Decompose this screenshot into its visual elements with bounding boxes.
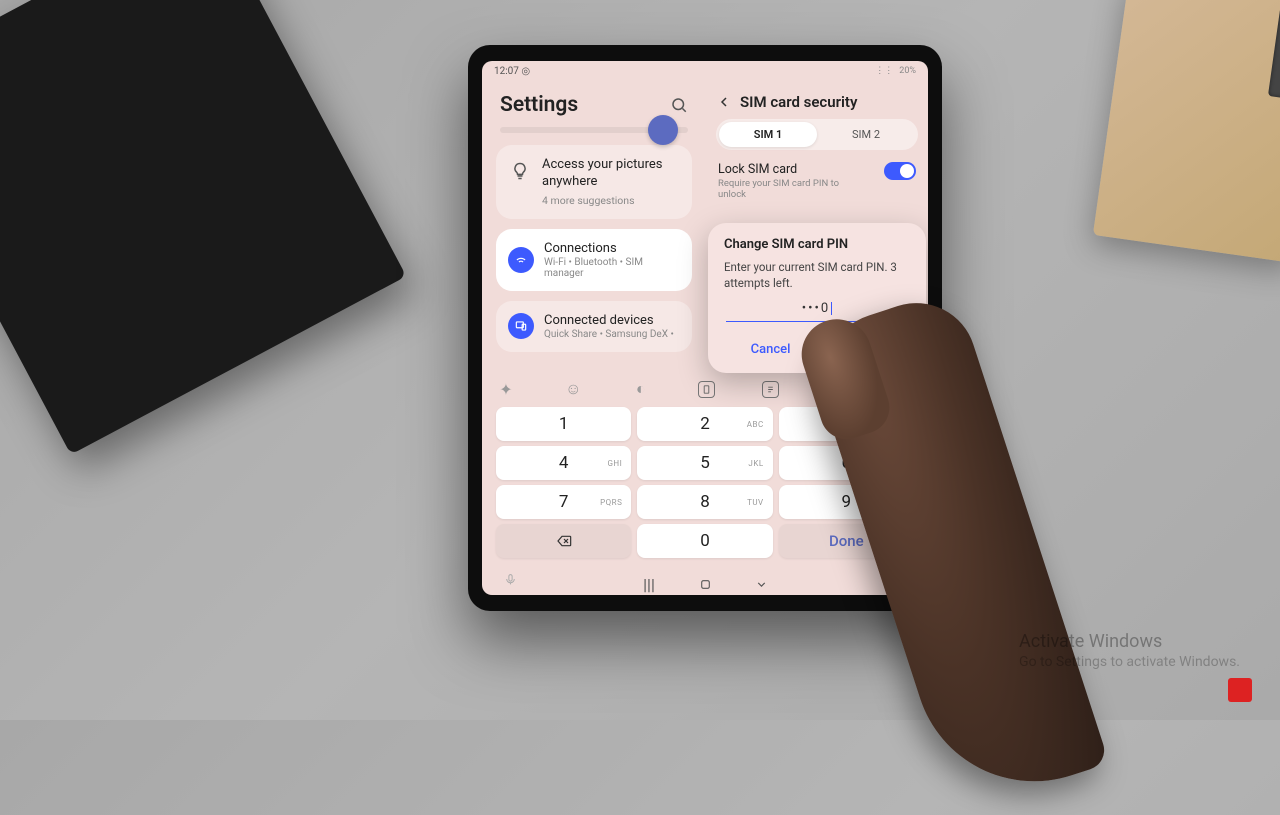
product-box: Galaxy Z Fold6	[0, 0, 406, 455]
battery-percent: 20%	[899, 66, 916, 76]
metal-hinge	[1268, 7, 1280, 100]
dialog-body: Enter your current SIM card PIN. 3 attem…	[724, 260, 910, 291]
navigation-bar: |||	[482, 571, 928, 595]
back-icon[interactable]	[716, 94, 732, 110]
lock-sim-subtitle: Require your SIM card PIN to unlock	[718, 178, 858, 201]
connected-devices-title: Connected devices	[544, 313, 674, 328]
search-icon[interactable]	[670, 96, 688, 114]
sidebar-item-connections[interactable]: Connections Wi-Fi • Bluetooth • SIM mana…	[496, 229, 692, 291]
profile-avatar[interactable]	[648, 115, 678, 145]
text-scan-icon[interactable]	[762, 381, 779, 398]
wifi-circle-icon	[508, 247, 534, 273]
sidebar-item-connected-devices[interactable]: Connected devices Quick Share • Samsung …	[496, 301, 692, 352]
key-0[interactable]: 0	[637, 524, 772, 558]
settings-pane: Settings Access your pictures anywhere 4…	[482, 81, 706, 373]
connected-devices-subtitle: Quick Share • Samsung DeX •	[544, 329, 674, 340]
product-box-label: Galaxy Z Fold6	[0, 0, 5, 145]
gif-icon[interactable]: ◐	[631, 379, 651, 399]
suggestion-title: Access your pictures anywhere	[542, 157, 678, 191]
page-title: Settings	[500, 93, 578, 117]
tab-sim-2[interactable]: SIM 2	[817, 122, 915, 147]
key-2[interactable]: 2ABC	[637, 407, 772, 441]
wifi-icon: ⋮⋮	[875, 66, 893, 76]
key-7[interactable]: 7PQRS	[496, 485, 631, 519]
connections-subtitle: Wi-Fi • Bluetooth • SIM manager	[544, 257, 680, 279]
lock-sim-title: Lock SIM card	[718, 162, 858, 177]
lightbulb-icon	[510, 161, 530, 181]
status-bar: 12:07 ◎ ⋮⋮ 20%	[482, 61, 928, 81]
lock-sim-toggle[interactable]	[884, 162, 916, 180]
status-right-cluster: ⋮⋮ 20%	[875, 66, 916, 76]
detail-title: SIM card security	[740, 93, 857, 111]
devices-circle-icon	[508, 313, 534, 339]
connections-title: Connections	[544, 241, 680, 256]
key-1[interactable]: 1	[496, 407, 631, 441]
recents-icon[interactable]: |||	[641, 577, 657, 591]
account-card-peek[interactable]	[496, 127, 692, 145]
sim-tabs: SIM 1 SIM 2	[716, 119, 918, 150]
clipboard-icon[interactable]	[698, 381, 715, 398]
key-backspace[interactable]	[496, 524, 631, 558]
sticker-icon[interactable]: ✦	[496, 379, 516, 399]
tab-sim-1[interactable]: SIM 1	[719, 122, 817, 147]
dialog-title: Change SIM card PIN	[724, 237, 910, 252]
lock-sim-row[interactable]: Lock SIM card Require your SIM card PIN …	[716, 160, 918, 205]
key-4[interactable]: 4GHI	[496, 446, 631, 480]
back-nav-icon[interactable]	[753, 577, 769, 591]
channel-logo	[1228, 678, 1252, 702]
key-5[interactable]: 5JKL	[637, 446, 772, 480]
wooden-prop	[1093, 0, 1280, 263]
os-watermark: Activate Windows Go to Settings to activ…	[1019, 631, 1240, 670]
suggestion-card[interactable]: Access your pictures anywhere 4 more sug…	[496, 145, 692, 219]
voice-input-icon[interactable]	[504, 573, 517, 586]
status-time: 12:07 ◎	[494, 66, 530, 77]
key-8[interactable]: 8TUV	[637, 485, 772, 519]
suggestion-subtitle: 4 more suggestions	[542, 194, 678, 207]
home-icon[interactable]	[697, 577, 713, 591]
emoji-icon[interactable]: ☺	[563, 379, 583, 399]
backspace-icon	[553, 533, 575, 549]
